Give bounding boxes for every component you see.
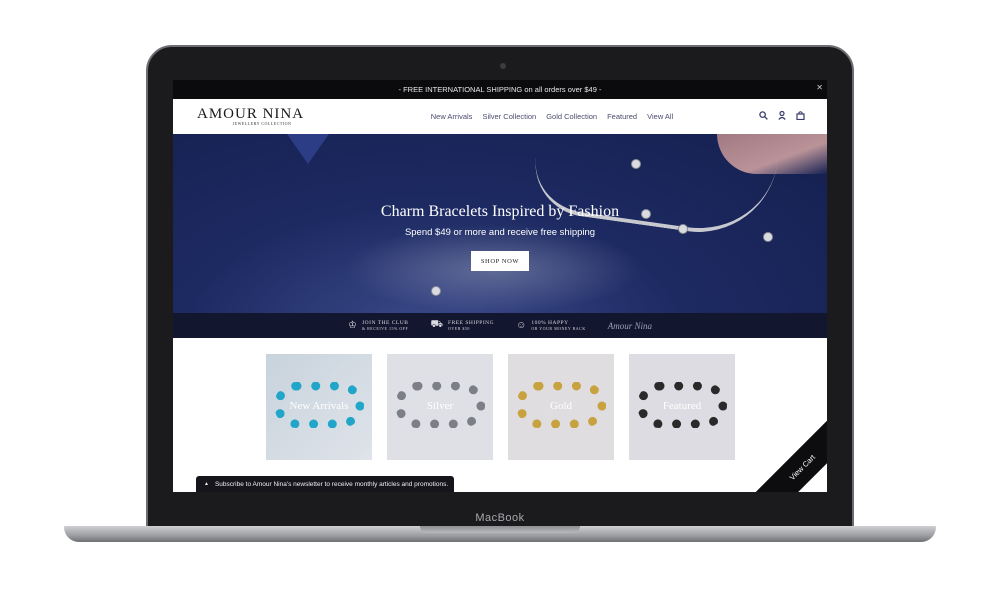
shop-now-button[interactable]: SHOP NOW — [471, 251, 529, 271]
perk-text: JOIN THE CLUB & RECEIVE 15% OFF — [362, 320, 408, 332]
perk-free-shipping[interactable]: ⛟ FREE SHIPPING OVER $50 — [430, 319, 494, 332]
truck-icon: ⛟ — [430, 319, 444, 330]
main-nav: New Arrivals Silver Collection Gold Coll… — [345, 112, 759, 121]
collection-tiles: New Arrivals Silver Gold Featured — [266, 354, 735, 460]
close-icon[interactable]: ✕ — [816, 83, 823, 92]
site-header: AMOUR NINA JEWELLERY COLLECTION New Arri… — [173, 99, 827, 134]
perk-join-club[interactable]: ♔ JOIN THE CLUB & RECEIVE 15% OFF — [348, 320, 408, 332]
announcement-bar: - FREE INTERNATIONAL SHIPPING on all ord… — [173, 80, 827, 99]
header-icons — [759, 110, 805, 123]
smile-icon: ☺ — [516, 320, 527, 331]
mockup-stage: MacBook - FREE INTERNATIONAL SHIPPING on… — [0, 0, 1000, 600]
chevron-up-icon: ▲ — [204, 481, 209, 487]
logo-main-text: AMOUR NINA — [197, 106, 305, 122]
charm-image — [631, 159, 641, 169]
collection-label: Featured — [662, 400, 702, 412]
charm-image — [431, 286, 441, 296]
perk-title: 100% HAPPY — [531, 319, 569, 326]
perks-bar: ♔ JOIN THE CLUB & RECEIVE 15% OFF ⛟ FREE … — [173, 313, 827, 338]
star-decoration — [273, 134, 343, 164]
laptop-brand-label: MacBook — [475, 512, 525, 524]
crown-icon: ♔ — [348, 320, 357, 331]
nav-gold-collection[interactable]: Gold Collection — [546, 112, 597, 121]
perk-happy[interactable]: ☺ 100% HAPPY OR YOUR MONEY BACK — [516, 320, 586, 332]
newsletter-bar[interactable]: ▲ Subscribe to Amour Nina's newsletter t… — [196, 476, 454, 492]
view-cart-button[interactable]: View Cart — [752, 417, 827, 492]
hero-title: Charm Bracelets Inspired by Fashion — [380, 203, 620, 220]
nav-featured[interactable]: Featured — [607, 112, 637, 121]
perk-title: FREE SHIPPING — [448, 319, 495, 326]
perk-sub: OVER $50 — [448, 325, 470, 331]
announcement-text: - FREE INTERNATIONAL SHIPPING on all ord… — [398, 85, 602, 94]
collection-tile-featured[interactable]: Featured — [629, 354, 735, 460]
nav-view-all[interactable]: View All — [647, 112, 673, 121]
laptop-notch — [420, 526, 580, 533]
perk-text: 100% HAPPY OR YOUR MONEY BACK — [531, 320, 585, 332]
signature-logo: Amour Nina — [607, 320, 652, 331]
website-screen: - FREE INTERNATIONAL SHIPPING on all ord… — [173, 80, 827, 492]
collection-tile-new-arrivals[interactable]: New Arrivals — [266, 354, 372, 460]
collection-tile-silver[interactable]: Silver — [387, 354, 493, 460]
user-icon[interactable] — [778, 110, 786, 123]
perk-sub: & RECEIVE 15% OFF — [362, 325, 409, 331]
collection-label: Gold — [550, 400, 572, 412]
newsletter-text: Subscribe to Amour Nina's newsletter to … — [214, 480, 449, 488]
hero-banner: Charm Bracelets Inspired by Fashion Spen… — [173, 134, 827, 313]
perk-text: FREE SHIPPING OVER $50 — [448, 320, 494, 332]
collection-label: Silver — [426, 400, 454, 412]
collection-label: New Arrivals — [289, 400, 349, 412]
cart-icon[interactable] — [796, 110, 805, 123]
search-icon[interactable] — [759, 110, 768, 123]
perk-title: JOIN THE CLUB — [362, 319, 409, 326]
hero-subtitle: Spend $49 or more and receive free shipp… — [404, 227, 596, 238]
nav-new-arrivals[interactable]: New Arrivals — [431, 112, 473, 121]
logo[interactable]: AMOUR NINA JEWELLERY COLLECTION — [197, 106, 317, 127]
perk-sub: OR YOUR MONEY BACK — [531, 325, 586, 331]
collection-tile-gold[interactable]: Gold — [508, 354, 614, 460]
nav-silver-collection[interactable]: Silver Collection — [482, 112, 536, 121]
camera-dot — [500, 63, 506, 69]
